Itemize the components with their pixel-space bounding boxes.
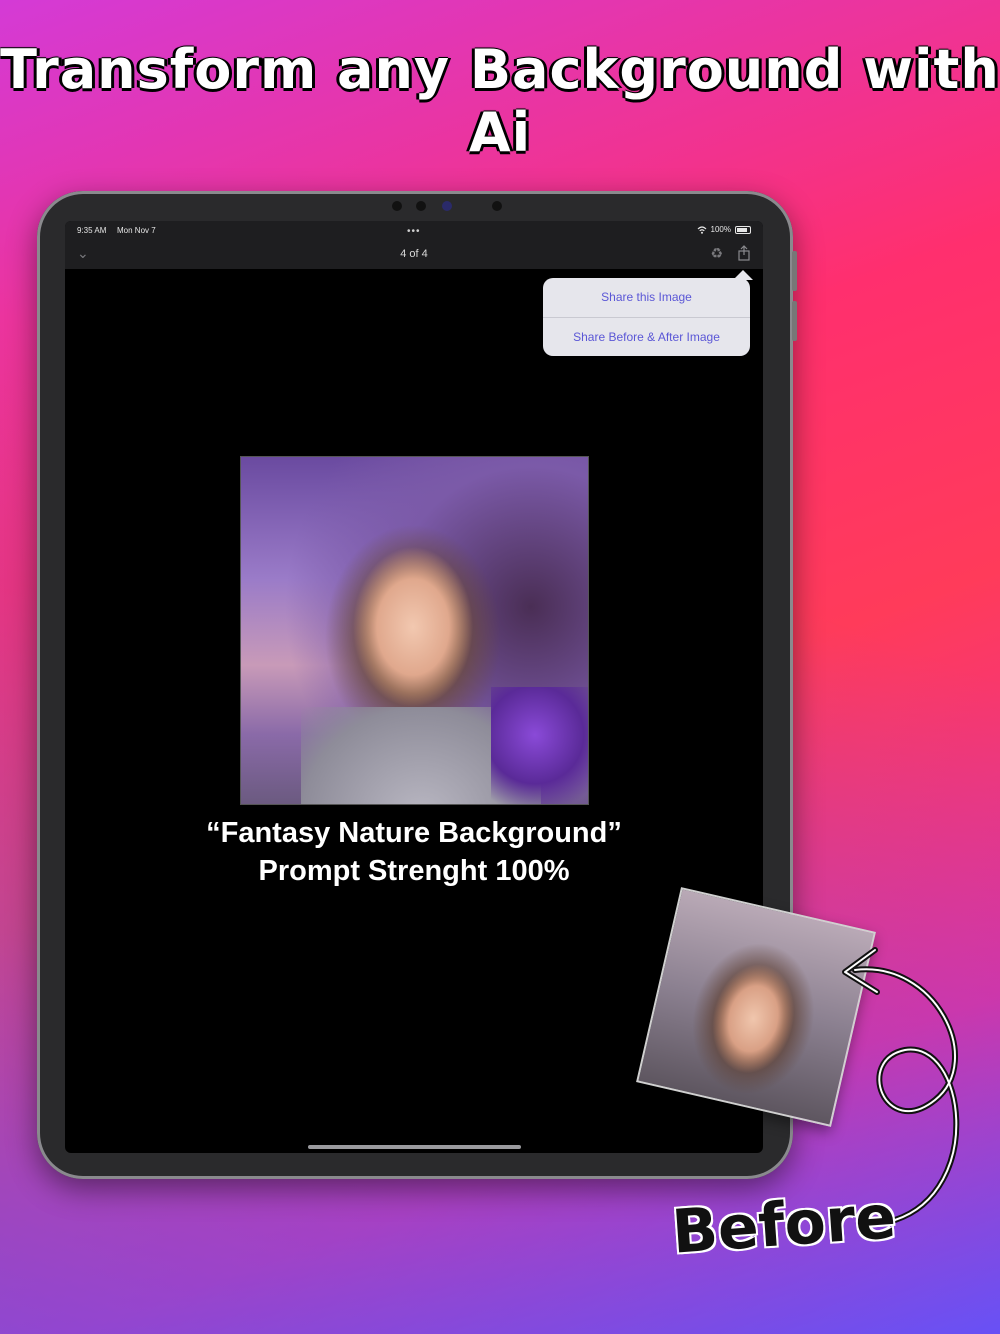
- volume-button: [792, 301, 797, 341]
- share-icon[interactable]: [737, 245, 751, 266]
- status-date: Mon Nov 7: [117, 226, 156, 235]
- photo-detail: [491, 687, 588, 804]
- caption-strength: Prompt Strenght 100%: [258, 855, 570, 887]
- battery-percent: 100%: [710, 225, 731, 234]
- photo-caption: “Fantasy Nature Background” Prompt Stren…: [65, 814, 763, 890]
- page-counter: 4 of 4: [400, 248, 428, 260]
- share-menu: Share this Image Share Before & After Im…: [543, 278, 750, 356]
- volume-button: [792, 251, 797, 291]
- share-this-image-item[interactable]: Share this Image: [543, 278, 750, 317]
- battery-icon: [735, 225, 751, 234]
- status-time: 9:35 AM: [77, 226, 107, 235]
- home-indicator[interactable]: [308, 1145, 521, 1149]
- share-menu-arrow: [733, 270, 753, 280]
- viewer-navbar: ⌄ 4 of 4 ♻: [65, 239, 763, 269]
- camera-dot: [392, 201, 402, 211]
- caption-prompt: “Fantasy Nature Background”: [206, 817, 622, 849]
- promo-headline: Transform any Background with Ai: [0, 38, 1000, 164]
- camera-lens: [442, 201, 452, 211]
- camera-strip: [392, 201, 512, 213]
- wifi-icon: [697, 225, 706, 234]
- multitasking-dots-icon[interactable]: •••: [407, 226, 421, 237]
- camera-dot: [492, 201, 502, 211]
- share-before-after-item[interactable]: Share Before & After Image: [543, 317, 750, 356]
- recycle-icon[interactable]: ♻: [710, 245, 723, 262]
- generated-photo[interactable]: [240, 456, 589, 805]
- camera-dot: [416, 201, 426, 211]
- status-bar: 9:35 AM Mon Nov 7 ••• 100%: [65, 221, 763, 239]
- status-indicators: 100%: [697, 225, 751, 234]
